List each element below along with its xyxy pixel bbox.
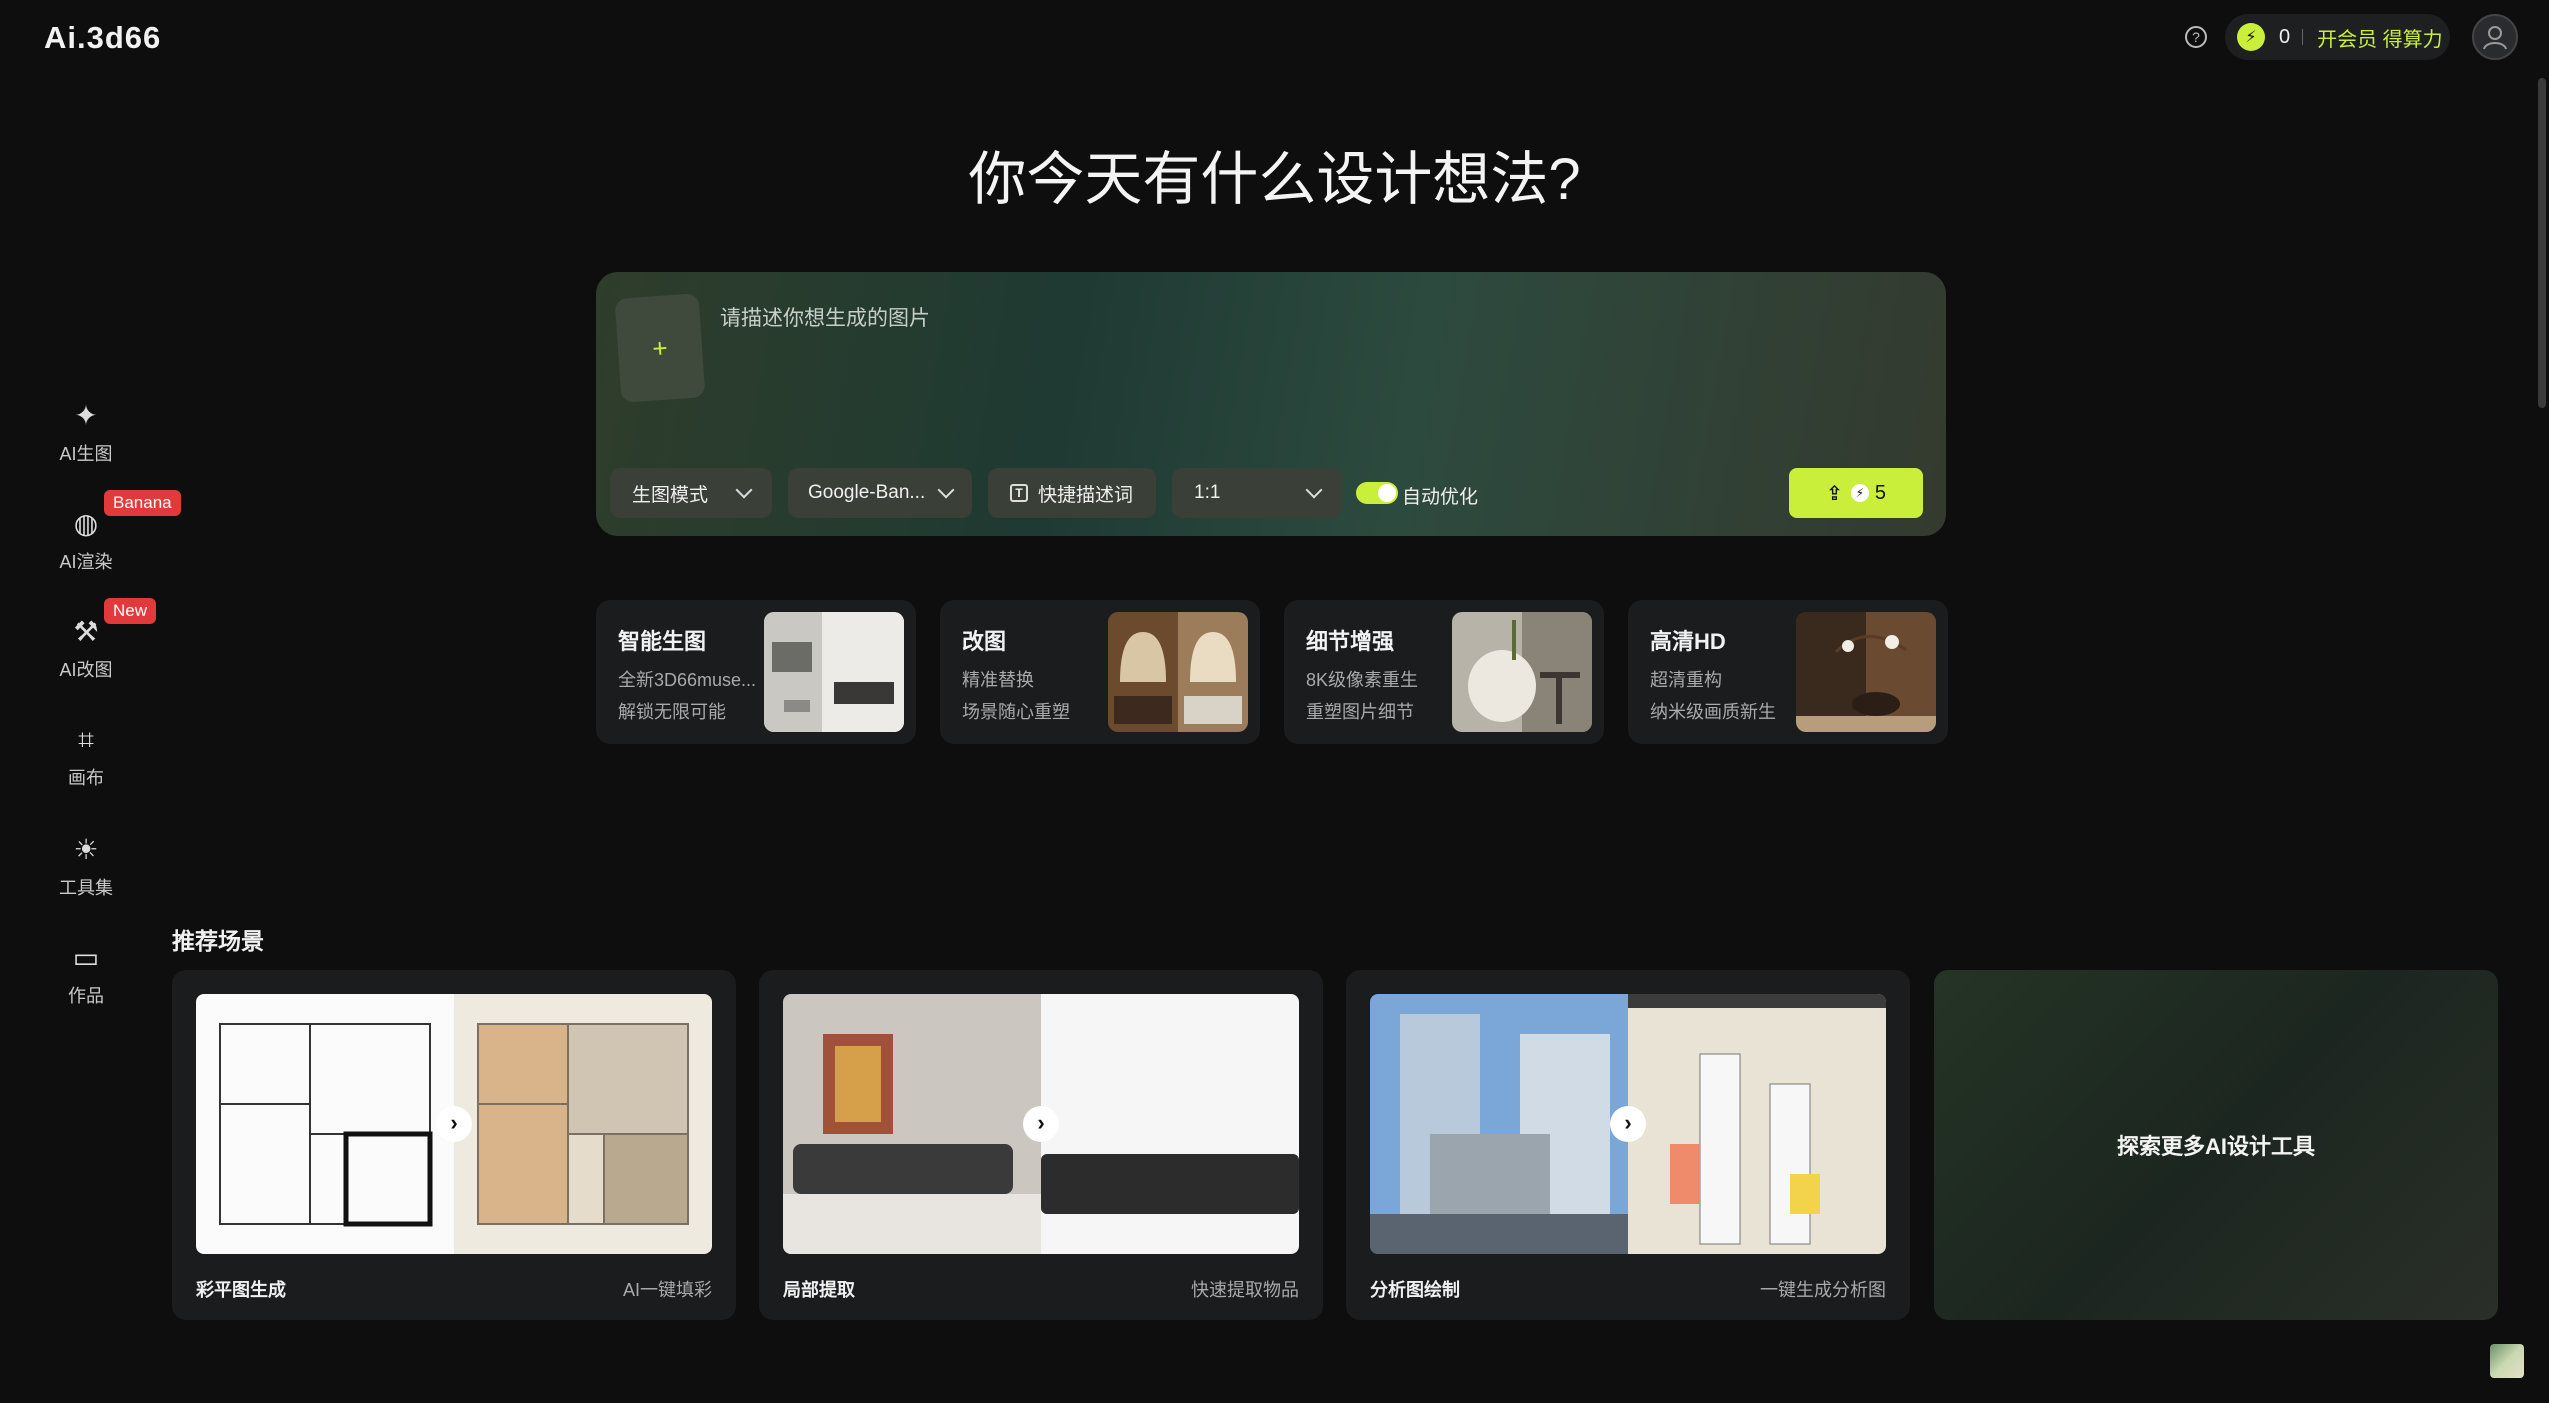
sidebar-item-toolset[interactable]: ☀ 工具集 bbox=[0, 832, 172, 900]
explore-more-tools-card[interactable]: 探索更多AI设计工具 bbox=[1934, 970, 2498, 1320]
generate-button[interactable]: ⇪ ⚡ 5 bbox=[1789, 468, 1923, 518]
folder-icon: ▭ bbox=[72, 942, 100, 973]
ratio-select[interactable]: 1:1 bbox=[1172, 468, 1342, 518]
sidebar-item-ai-generate[interactable]: ✦ AI生图 bbox=[0, 398, 172, 466]
feature-title: 高清HD bbox=[1650, 629, 1726, 654]
explore-more-label: 探索更多AI设计工具 bbox=[2116, 1134, 2315, 1159]
chevron-down-icon bbox=[735, 481, 753, 499]
app-logo[interactable]: Ai.3d66 bbox=[44, 20, 161, 56]
floating-thumbnail[interactable] bbox=[2490, 1344, 2524, 1378]
feature-card-hd[interactable]: 高清HD 超清重构 纳米级画质新生 bbox=[1628, 600, 1948, 744]
feature-card-smart-generate[interactable]: 智能生图 全新3D66muse... 解锁无限可能 bbox=[596, 600, 916, 744]
scene-card-color-floorplan[interactable]: › 彩平图生成 AI一键填彩 bbox=[172, 970, 736, 1320]
chevron-right-icon: › bbox=[436, 1106, 472, 1142]
feature-title: 改图 bbox=[962, 629, 1007, 654]
feature-card-edit[interactable]: 改图 精准替换 场景随心重塑 bbox=[940, 600, 1260, 744]
sidebar-item-ai-render[interactable]: ◍ AI渲染 Banana bbox=[0, 490, 181, 574]
feature-line: 超清重构 bbox=[1650, 670, 1722, 690]
sidebar-item-label: 画布 bbox=[68, 768, 104, 788]
generate-cost: 5 bbox=[1874, 481, 1886, 504]
feature-thumbnail bbox=[1796, 612, 1936, 732]
chevron-right-icon: › bbox=[1610, 1106, 1646, 1142]
member-cta-link[interactable]: 开会员 得算力 bbox=[2317, 23, 2443, 52]
feature-line: 重塑图片细节 bbox=[1306, 702, 1414, 722]
feature-title: 细节增强 bbox=[1306, 629, 1395, 654]
upload-arrow-icon: ⇪ bbox=[1826, 482, 1843, 505]
scene-image: › bbox=[783, 994, 1299, 1254]
feature-line: 精准替换 bbox=[962, 670, 1034, 690]
lightning-icon: ⚡ bbox=[1850, 484, 1869, 502]
toggle-knob bbox=[1378, 484, 1396, 502]
scene-name: 彩平图生成 bbox=[196, 1280, 286, 1300]
sidebar-item-label: AI渲染 bbox=[59, 552, 113, 572]
mode-select[interactable]: 生图模式 bbox=[610, 468, 772, 518]
scene-desc: AI一键填彩 bbox=[622, 1280, 712, 1300]
scene-card-local-extract[interactable]: › 局部提取 快速提取物品 bbox=[759, 970, 1323, 1320]
feature-thumbnail bbox=[1452, 612, 1592, 732]
scene-desc: 快速提取物品 bbox=[1191, 1280, 1299, 1300]
new-badge: New bbox=[104, 598, 157, 624]
feature-thumbnail bbox=[764, 612, 904, 732]
sidebar-item-label: AI生图 bbox=[59, 444, 113, 464]
auto-optimize-toggle[interactable] bbox=[1356, 482, 1398, 504]
model-select-label: Google-Ban... bbox=[808, 482, 926, 503]
image-upload-button[interactable]: + bbox=[614, 293, 706, 403]
quick-prompt-button[interactable]: T 快捷描述词 bbox=[988, 468, 1156, 518]
scene-name: 分析图绘制 bbox=[1370, 1280, 1460, 1300]
mode-select-label: 生图模式 bbox=[632, 484, 709, 506]
feature-title: 智能生图 bbox=[618, 629, 707, 654]
scene-desc: 一键生成分析图 bbox=[1760, 1280, 1886, 1300]
sidebar-item-label: 作品 bbox=[68, 986, 104, 1006]
banana-badge: Banana bbox=[104, 490, 181, 516]
plus-icon: + bbox=[651, 332, 669, 363]
sidebar-item-ai-edit[interactable]: ⚒ AI改图 New bbox=[0, 598, 172, 682]
pill-divider bbox=[2302, 29, 2304, 45]
page-scrollbar[interactable] bbox=[2538, 78, 2546, 408]
chevron-down-icon bbox=[937, 481, 955, 499]
credits-count: 0 bbox=[2279, 25, 2291, 48]
chevron-down-icon bbox=[1305, 481, 1323, 499]
prompt-box: + 请描述你想生成的图片 生图模式 Google-Ban... T 快捷描述词 … bbox=[596, 272, 1946, 536]
section-title: 推荐场景 bbox=[172, 928, 264, 954]
chevron-right-icon: › bbox=[1023, 1106, 1059, 1142]
crop-canvas-icon: ⌗ bbox=[78, 724, 94, 755]
scene-name: 局部提取 bbox=[783, 1280, 855, 1300]
scene-image: › bbox=[196, 994, 712, 1254]
auto-optimize-label: 自动优化 bbox=[1402, 487, 1479, 508]
sidebar-item-canvas[interactable]: ⌗ 画布 bbox=[0, 722, 172, 790]
feature-line: 纳米级画质新生 bbox=[1650, 702, 1776, 722]
prompt-input[interactable]: 请描述你想生成的图片 bbox=[720, 302, 930, 332]
scene-image: › bbox=[1370, 994, 1886, 1254]
question-circle-icon[interactable]: ? bbox=[2185, 26, 2207, 48]
feature-line: 解锁无限可能 bbox=[618, 702, 726, 722]
top-header: Ai.3d66 ? ⚡ 0 开会员 得算力 bbox=[0, 0, 2549, 76]
text-box-icon: T bbox=[1010, 484, 1028, 502]
ratio-select-label: 1:1 bbox=[1194, 482, 1221, 503]
sidebar-item-label: 工具集 bbox=[59, 878, 113, 898]
sparkle-icon: ✦ bbox=[74, 400, 98, 431]
feature-line: 8K级像素重生 bbox=[1306, 670, 1419, 690]
lightning-icon: ⚡ bbox=[2237, 23, 2265, 51]
render-icon: ◍ bbox=[73, 508, 99, 539]
model-select[interactable]: Google-Ban... bbox=[788, 468, 972, 518]
quick-prompt-label: 快捷描述词 bbox=[1038, 484, 1134, 506]
user-silhouette-icon bbox=[2483, 26, 2507, 50]
feature-line: 场景随心重塑 bbox=[962, 702, 1070, 722]
lightbulb-icon: ☀ bbox=[73, 834, 99, 865]
sidebar-item-works[interactable]: ▭ 作品 bbox=[0, 940, 172, 1008]
user-avatar-icon[interactable] bbox=[2472, 14, 2518, 60]
sidebar-item-label: AI改图 bbox=[59, 660, 113, 680]
scene-card-analysis-diagram[interactable]: › 分析图绘制 一键生成分析图 bbox=[1346, 970, 1910, 1320]
magic-wand-icon: ⚒ bbox=[73, 616, 99, 647]
page-title: 你今天有什么设计想法? bbox=[968, 147, 1581, 212]
feature-line: 全新3D66muse... bbox=[618, 670, 757, 690]
credits-pill[interactable]: ⚡ 0 开会员 得算力 bbox=[2225, 14, 2450, 60]
feature-thumbnail bbox=[1108, 612, 1248, 732]
feature-card-detail-enhance[interactable]: 细节增强 8K级像素重生 重塑图片细节 bbox=[1284, 600, 1604, 744]
